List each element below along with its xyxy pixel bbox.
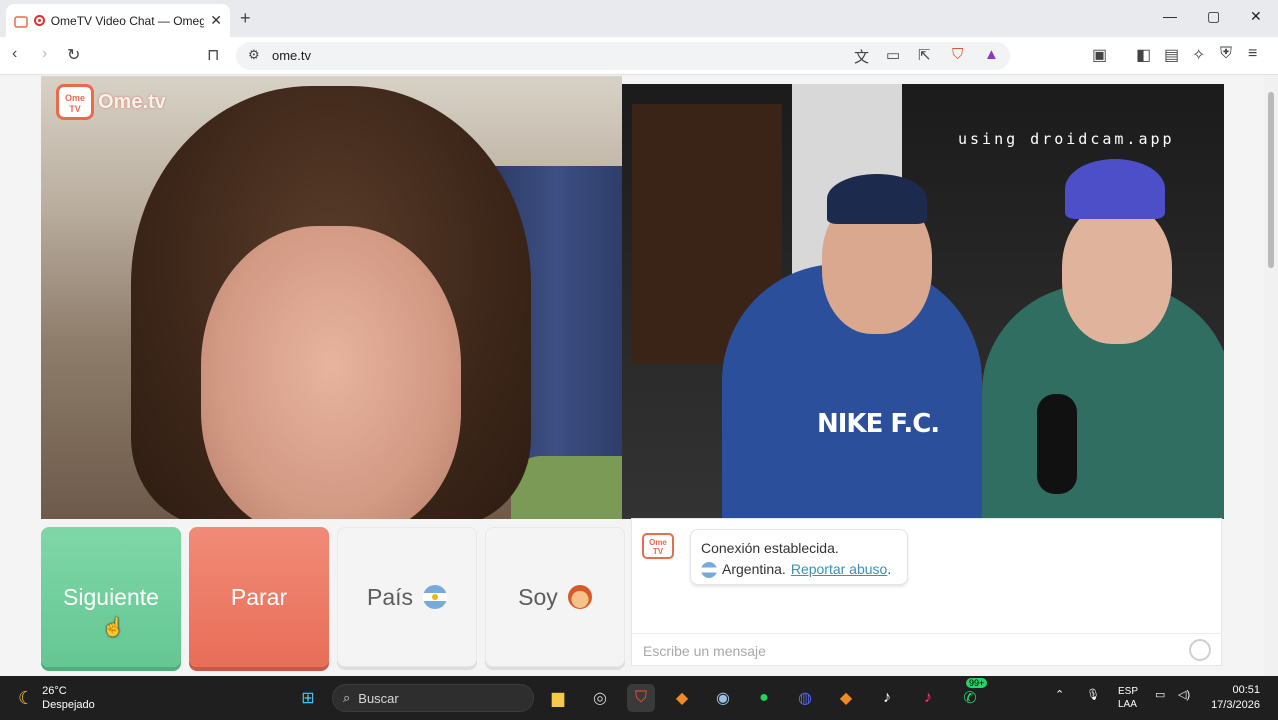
search-label: Buscar <box>358 690 399 706</box>
ometv-logo-text: Ome.tv <box>98 90 166 113</box>
ometv-logo[interactable]: Ome TV Ome.tv <box>56 84 166 120</box>
steam-icon[interactable]: ◉ <box>709 684 737 712</box>
next-button[interactable]: Siguiente <box>41 527 181 667</box>
video-person-right-cap <box>1065 159 1165 219</box>
site-info-icon[interactable]: ⚙ <box>248 47 260 63</box>
gender-button[interactable]: Soy <box>485 527 625 667</box>
browser-tab[interactable]: OmeTV Video Chat — Omegle ✕ <box>6 4 230 37</box>
new-tab-button[interactable]: + <box>240 8 251 29</box>
tiktok-studio-icon[interactable]: ♪ <box>914 684 942 712</box>
file-explorer-icon[interactable]: ▆ <box>544 684 572 712</box>
whatsapp-icon[interactable]: ✆ <box>956 684 984 712</box>
tab-title: OmeTV Video Chat — Omegle <box>50 13 205 28</box>
whatsapp-badge: 99+ <box>966 678 988 688</box>
connection-status: Conexión establecida. <box>701 540 839 556</box>
fl-studio-icon[interactable]: ◆ <box>668 684 696 712</box>
taskbar-search[interactable]: ⌕ Buscar <box>332 684 534 712</box>
clock[interactable]: 00:51 17/3/2026 <box>1208 683 1260 713</box>
ometv-logo-mark: Ome TV <box>56 84 94 120</box>
chat-ometv-icon: Ome TV <box>642 533 674 559</box>
start-icon[interactable]: ⊞ <box>294 684 322 712</box>
sidebar-icon[interactable]: ◧ <box>1136 45 1151 65</box>
translate-icon[interactable]: 文 <box>854 46 869 67</box>
video-sweater <box>511 456 622 519</box>
lang-line1: ESP <box>1118 686 1139 697</box>
shirt-print: NIKE F.C. <box>817 409 940 439</box>
volume-icon[interactable]: ◁) <box>1178 688 1190 701</box>
tiktok-icon[interactable]: ♪ <box>873 684 901 712</box>
cast-icon[interactable]: ▭ <box>886 46 900 64</box>
video-person-right-head <box>1062 204 1172 344</box>
search-icon: ⌕ <box>343 690 351 705</box>
country-button[interactable]: País <box>337 527 477 667</box>
weather-temp: 26°C <box>42 685 67 697</box>
video-person-face <box>201 226 461 519</box>
tray-chevron-icon[interactable]: ⌃ <box>1055 688 1064 701</box>
address-url: ome.tv <box>272 48 312 63</box>
bookmark-icon[interactable]: ⊓ <box>207 45 219 65</box>
discord-icon[interactable]: ◍ <box>791 684 819 712</box>
close-window-button[interactable]: ✕ <box>1250 8 1262 25</box>
address-bar[interactable]: ⚙ ome.tv 文 ▭ ⇱ ⛉ ▲ <box>236 42 1010 70</box>
wallet-icon[interactable]: ▤ <box>1164 45 1179 65</box>
weather-desc: Despejado <box>42 699 95 711</box>
menu-icon[interactable]: ≡ <box>1248 45 1257 63</box>
self-video: NIKE F.C. using droidcam.app <box>622 84 1224 519</box>
chat-divider <box>632 633 1221 634</box>
system-message: Conexión establecida. Argentina. Reporta… <box>690 529 908 585</box>
browser-tabbar: OmeTV Video Chat — Omegle ✕ + — ▢ ✕ <box>0 0 1278 37</box>
stop-button[interactable]: Parar <box>189 527 329 667</box>
clock-date: 17/3/2026 <box>1211 699 1260 711</box>
argentina-flag-icon <box>423 585 448 609</box>
spotify-icon[interactable]: ● <box>750 684 778 712</box>
ometv-favicon-icon <box>14 14 28 28</box>
brave-rewards-icon[interactable]: ▲ <box>984 46 999 63</box>
minimize-button[interactable]: — <box>1163 8 1177 24</box>
share-icon[interactable]: ⇱ <box>918 46 931 64</box>
argentina-flag-icon <box>701 561 717 578</box>
stop-button-label: Parar <box>230 583 288 610</box>
forward-icon[interactable]: › <box>42 45 47 63</box>
weather-widget[interactable]: ☾ 26°C Despejado <box>18 684 95 712</box>
language-indicator[interactable]: ESP LAA <box>1118 685 1138 711</box>
moon-icon: ☾ <box>18 687 35 708</box>
leo-ai-icon[interactable]: ✧ <box>1192 45 1205 65</box>
boy-emoji-icon <box>567 585 592 609</box>
droidcam-watermark: using droidcam.app <box>958 130 1175 148</box>
message-input[interactable]: Escribe un mensaje <box>643 643 766 659</box>
emoji-icon[interactable] <box>1189 639 1211 661</box>
report-suffix: . <box>887 561 892 577</box>
country-button-label: País <box>366 583 414 610</box>
reload-icon[interactable]: ↻ <box>67 45 80 65</box>
hand-cursor-icon: ☝ <box>102 617 125 637</box>
microphone-tray-icon[interactable]: 🎙 <box>1086 688 1100 701</box>
back-icon[interactable]: ‹ <box>12 45 17 63</box>
country-line: Argentina. Reportar abuso. <box>701 559 897 580</box>
reader-mode-icon[interactable]: ▣ <box>1092 45 1107 65</box>
next-button-label: Siguiente <box>63 583 159 610</box>
network-icon[interactable]: ▭ <box>1155 688 1165 701</box>
fl-studio-2-icon[interactable]: ◆ <box>832 684 860 712</box>
chat-panel: Ome TV Conexión establecida. Argentina. … <box>631 518 1222 666</box>
partner-video <box>41 76 622 519</box>
partner-country: Argentina. <box>722 561 786 577</box>
page-scrollbar-thumb[interactable] <box>1268 92 1274 268</box>
microphone <box>1037 394 1077 494</box>
vpn-icon[interactable]: ⛨ <box>1220 45 1232 63</box>
maximize-button[interactable]: ▢ <box>1207 8 1220 25</box>
report-abuse-link[interactable]: Reportar abuso <box>791 561 888 577</box>
brave-icon[interactable]: ⛉ <box>627 684 655 712</box>
tab-close-icon[interactable]: ✕ <box>210 12 222 29</box>
browser-toolbar: ‹ › ↻ ⊓ ⚙ ome.tv 文 ▭ ⇱ ⛉ ▲ ▣ ◧ ▤ ✧ ⛨ ≡ <box>0 37 1278 75</box>
clock-time: 00:51 <box>1232 684 1260 696</box>
lang-line2: LAA <box>1118 699 1137 710</box>
windows-taskbar: ☾ 26°C Despejado ⊞ ⌕ Buscar ▆ ◎ ⛉ ◆ ◉ ● … <box>0 676 1278 720</box>
brave-shields-icon[interactable]: ⛉ <box>952 46 963 63</box>
recording-icon <box>34 15 45 26</box>
video-person-left-cap <box>827 174 927 224</box>
chrome-icon[interactable]: ◎ <box>586 684 614 712</box>
gender-button-label: Soy <box>518 583 558 610</box>
